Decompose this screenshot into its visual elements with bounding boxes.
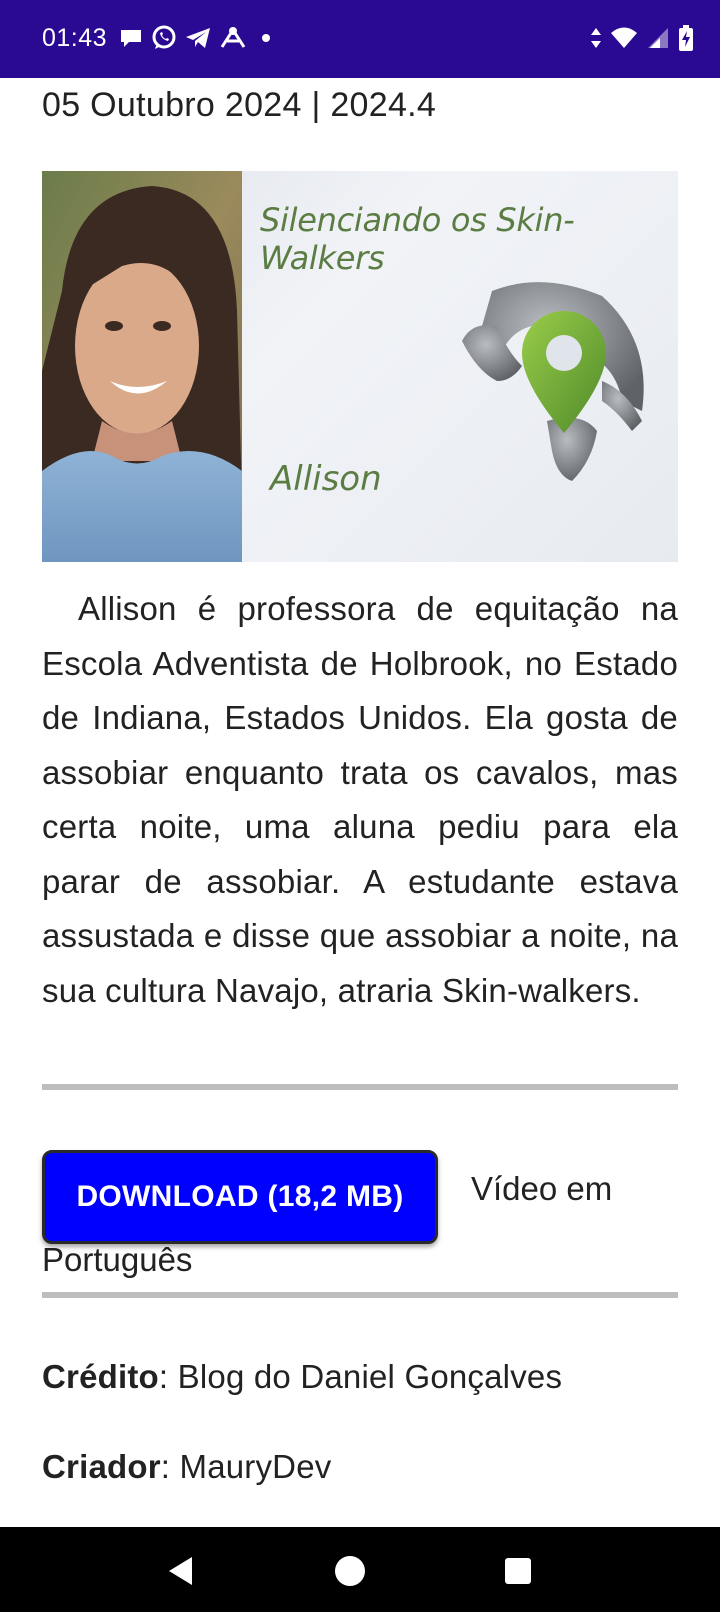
portrait-photo: [42, 171, 242, 562]
signal-icon: [648, 28, 668, 48]
globe-location-icon: [462, 282, 644, 481]
credit-label: Crédito: [42, 1358, 159, 1395]
network-icon: [220, 27, 246, 48]
creator-label: Criador: [42, 1448, 161, 1485]
status-time: 01:43: [42, 24, 108, 52]
battery-charging-icon: [679, 25, 693, 51]
creator-line: Criador: MauryDev: [42, 1448, 331, 1486]
video-language-label: Vídeo em: [471, 1170, 613, 1207]
creator-value: : MauryDev: [160, 1448, 332, 1485]
article-banner-image: Silenciando os Skin-Walkers Allison: [42, 171, 678, 562]
system-icons: [590, 22, 694, 54]
video-language-label-cont: Português: [42, 1241, 193, 1278]
chat-bubble-icon: [121, 30, 141, 47]
divider-top: [42, 1084, 678, 1090]
data-arrows-icon: [591, 28, 601, 48]
paragraph-text: Allison é professora de equitação na Esc…: [42, 590, 678, 1009]
back-icon[interactable]: [164, 1553, 200, 1589]
banner-name: Allison: [270, 459, 382, 499]
credit-value: : Blog do Daniel Gonçalves: [158, 1358, 563, 1395]
article-dateline: 05 Outubro 2024 | 2024.4: [42, 86, 437, 124]
credit-line: Crédito: Blog do Daniel Gonçalves: [42, 1358, 562, 1396]
more-notifications-dot: [262, 34, 270, 42]
download-button[interactable]: DOWNLOAD (18,2 MB): [42, 1150, 438, 1244]
status-bar: 01:43: [0, 0, 720, 78]
divider-bottom: [42, 1292, 678, 1298]
telegram-icon: [186, 28, 210, 48]
notification-icons: [118, 22, 270, 54]
banner-title: Silenciando os Skin-Walkers: [260, 201, 575, 277]
home-icon[interactable]: [332, 1553, 368, 1589]
article-paragraph: Allison é professora de equitação na Esc…: [42, 582, 678, 1018]
wifi-icon: [611, 27, 637, 48]
whatsapp-icon: [152, 25, 176, 49]
recents-icon[interactable]: [500, 1553, 536, 1589]
navigation-bar: [0, 1527, 720, 1612]
